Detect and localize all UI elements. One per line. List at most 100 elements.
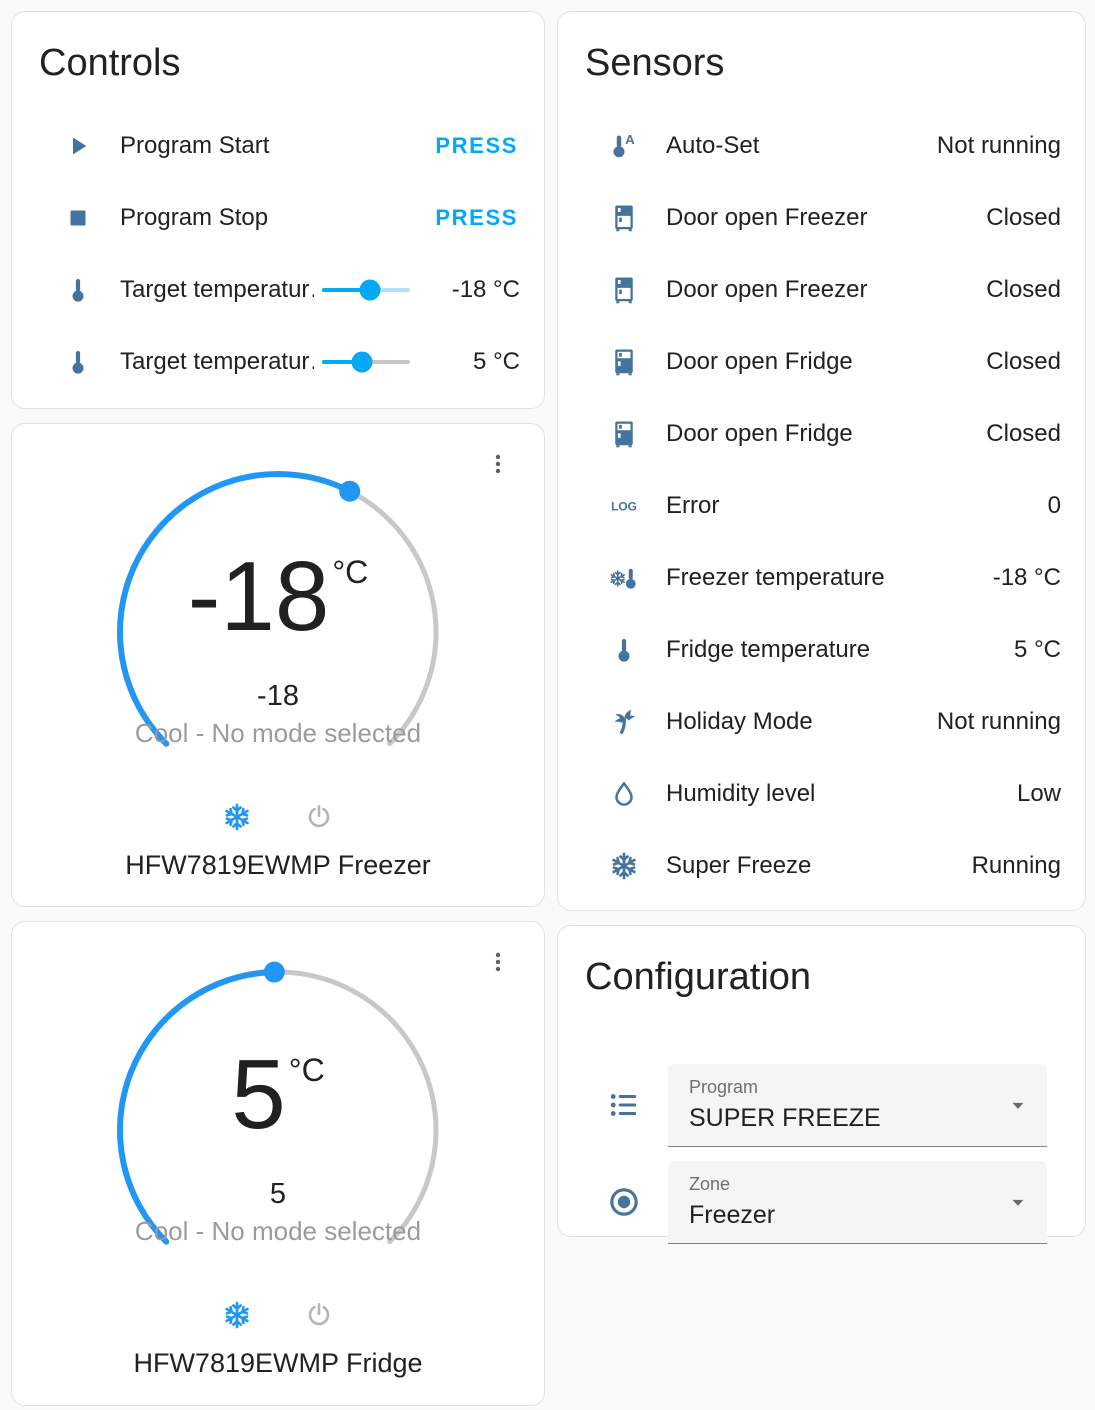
configuration-card: Configuration Program SUPER FREEZE Zone … [557,925,1086,1244]
control-value: -18 °C [451,275,520,303]
snowflake-thermometer-icon [606,563,642,593]
sensor-value: Closed [986,347,1061,375]
sensors-card: Sensors A Auto-Set Not running Door open… [557,11,1086,911]
sensor-row-fridge-temperature[interactable]: Fridge temperature 5 °C [558,614,1085,686]
fridge-bottom-icon [606,347,642,377]
sensor-row-holiday-mode[interactable]: Holiday Mode Not running [558,686,1085,758]
target-temp-unit: °C [332,554,369,590]
play-icon [60,131,96,161]
hvac-modes [12,798,544,836]
chevron-down-icon [1005,1092,1031,1118]
slider-track[interactable] [322,351,410,373]
hvac-modes [12,1296,544,1334]
dots-vertical-icon[interactable] [480,942,516,982]
fridge-top-icon [606,275,642,305]
zone-select[interactable]: Zone Freezer [668,1160,1047,1244]
control-label: Program Start [120,131,270,159]
sensor-value: Low [1016,779,1061,807]
radiobox-marked-icon [606,1185,642,1219]
thermostat-card-fridge: 5 °C 5 Cool - No mode selected HFW7819EWM… [11,921,545,1406]
sensor-label: Humidity level [666,779,816,807]
log-icon: LOG [606,491,642,521]
control-label: Target temperatur… [120,347,314,375]
config-row-program: Program SUPER FREEZE [558,1063,1085,1147]
left-column: Controls Program Start PRESS Program Sto… [11,11,545,1406]
target-temperature-display: 5 °C [108,1039,448,1149]
sensor-row-door-fridge-2[interactable]: Door open Fridge Closed [558,398,1085,470]
sensor-label: Error [666,491,720,519]
thermometer-icon [60,347,96,377]
hvac-status: Cool - No mode selected [134,718,422,748]
sensor-label: Door open Fridge [666,419,853,447]
dots-vertical-icon[interactable] [480,444,516,484]
select-label: Zone [689,1173,731,1194]
target-temp-value: 5 [231,1039,286,1149]
sensor-label: Fridge temperature [666,635,871,663]
select-label: Program [689,1076,759,1097]
program-stop-press-button[interactable]: PRESS [433,199,520,237]
power-icon[interactable] [300,798,338,836]
current-temperature: -18 [257,680,299,712]
water-outline-icon [606,779,642,809]
hvac-status: Cool - No mode selected [134,1216,422,1246]
sensor-label: Super Freeze [666,851,812,879]
sensor-label: Holiday Mode [666,707,813,735]
thermostat-dial[interactable]: 5 °C 5 Cool - No mode selected [108,960,448,1300]
target-temp-freezer-slider[interactable] [322,278,410,302]
thermostat-card-freezer: -18 °C -18 Cool - No mode selected HFW781… [11,423,545,907]
snowflake-icon[interactable] [218,1296,256,1334]
program-select[interactable]: Program SUPER FREEZE [668,1063,1047,1147]
sensor-value: 0 [1047,491,1061,519]
sensor-row-super-freeze[interactable]: Super Freeze Running [558,830,1085,902]
sensor-label: Door open Freezer [666,275,868,303]
dial-knob[interactable] [263,961,285,983]
snowflake-icon[interactable] [218,798,256,836]
target-temp-value: -18 [187,541,330,651]
sensor-row-humidity-level[interactable]: Humidity level Low [558,758,1085,830]
svg-text:LOG: LOG [611,499,637,513]
select-value: Freezer [689,1200,776,1229]
target-temp-fridge-slider[interactable] [322,350,410,374]
stop-icon [60,203,96,233]
power-icon[interactable] [300,1296,338,1334]
control-row-program-stop: Program Stop PRESS [12,182,544,254]
sensor-value: 5 °C [1014,635,1061,663]
svg-text:A: A [625,132,635,147]
sensor-row-error[interactable]: LOG Error 0 [558,470,1085,542]
config-row-zone: Zone Freezer [558,1160,1085,1244]
thermostat-dial[interactable]: -18 °C -18 Cool - No mode selected [108,462,448,802]
program-start-press-button[interactable]: PRESS [433,127,520,165]
sensor-row-door-freezer-1[interactable]: Door open Freezer Closed [558,182,1085,254]
thermostat-name: HFW7819EWMP Fridge [133,1348,423,1378]
sensor-value: Closed [986,275,1061,303]
sensor-label: Door open Fridge [666,347,853,375]
sensor-row-door-fridge-1[interactable]: Door open Fridge Closed [558,326,1085,398]
chevron-down-icon [1005,1189,1031,1215]
configuration-title: Configuration [585,956,812,998]
slider-knob[interactable] [351,351,373,373]
control-row-target-temp-freezer: Target temperatur… -18 °C [12,254,544,326]
sensor-value: Closed [986,203,1061,231]
sensor-value: Closed [986,419,1061,447]
sensor-value: Not running [936,707,1061,735]
sensor-value: -18 °C [992,563,1061,591]
fridge-top-icon [606,203,642,233]
format-list-bulleted-icon [606,1088,642,1122]
sensor-value: Not running [936,131,1061,159]
control-label: Target temperatur… [120,275,314,303]
target-temp-unit: °C [288,1052,325,1088]
sensor-row-freezer-temperature[interactable]: Freezer temperature -18 °C [558,542,1085,614]
thermometer-icon [60,275,96,305]
current-temperature: 5 [269,1178,287,1210]
palm-tree-icon [606,707,642,737]
control-value: 5 °C [473,347,520,375]
snowflake-icon [606,850,642,882]
dial-knob[interactable] [339,480,361,502]
sensor-row-door-freezer-2[interactable]: Door open Freezer Closed [558,254,1085,326]
slider-track[interactable] [322,279,410,301]
control-label: Program Stop [120,203,269,231]
slider-knob[interactable] [359,279,381,301]
sensor-row-auto-set[interactable]: A Auto-Set Not running [558,110,1085,182]
sensors-title: Sensors [585,42,725,84]
sensor-label: Auto-Set [666,131,760,159]
